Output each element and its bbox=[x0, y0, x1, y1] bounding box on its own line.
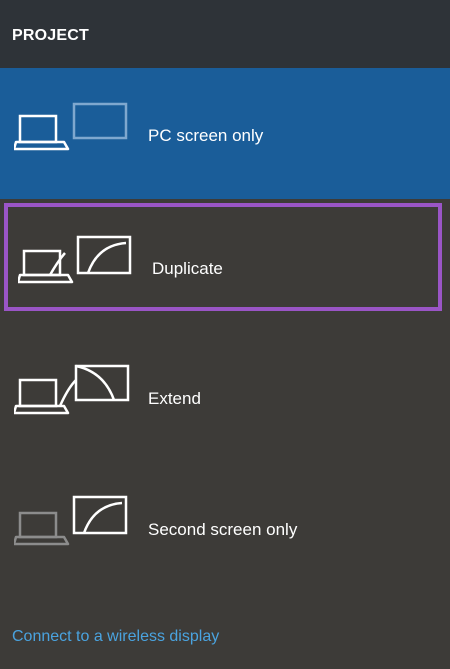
option-second-screen-only[interactable]: Second screen only bbox=[0, 465, 450, 596]
panel-header: PROJECT bbox=[0, 0, 450, 68]
option-label: Duplicate bbox=[152, 259, 223, 278]
option-label: PC screen only bbox=[148, 126, 264, 145]
connect-wireless-display-link[interactable]: Connect to a wireless display bbox=[12, 628, 219, 646]
option-label: Second screen only bbox=[148, 520, 298, 539]
option-duplicate[interactable]: Duplicate bbox=[4, 203, 442, 311]
option-label: Extend bbox=[148, 389, 201, 408]
extend-icon bbox=[14, 364, 130, 415]
pc-screen-only-icon bbox=[14, 102, 128, 151]
duplicate-icon bbox=[18, 235, 132, 284]
option-pc-screen-only[interactable]: PC screen only bbox=[0, 68, 450, 199]
panel-title: PROJECT bbox=[12, 27, 89, 44]
option-extend[interactable]: Extend bbox=[0, 334, 450, 465]
second-screen-only-icon bbox=[14, 495, 128, 546]
